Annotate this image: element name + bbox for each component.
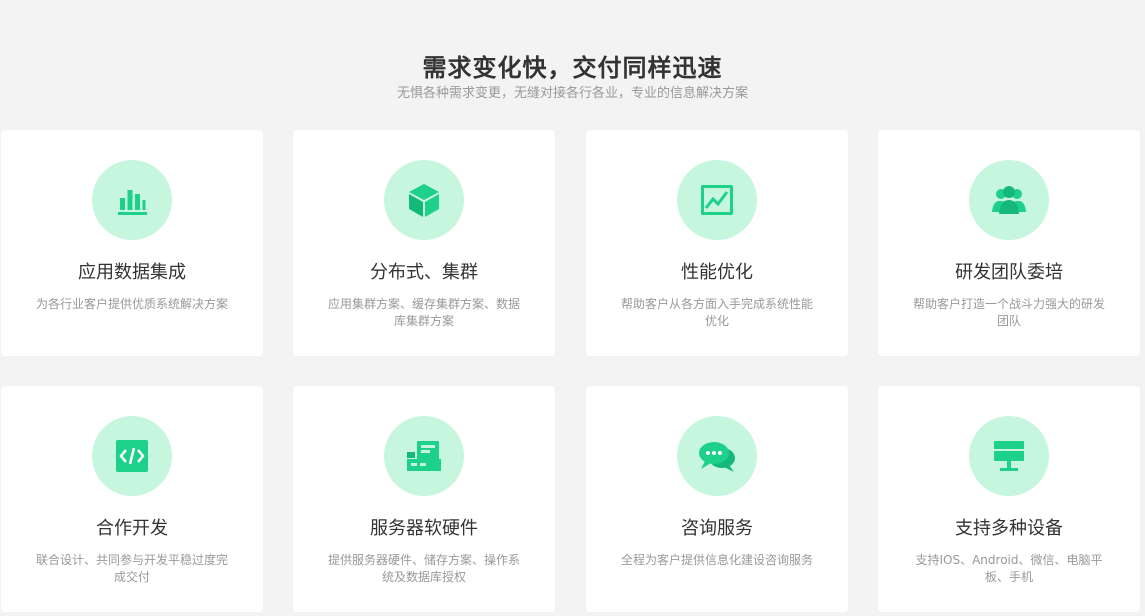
section-subtitle: 无惧各种需求变更，无缝对接各行各业，专业的信息解决方案 (396, 86, 748, 101)
feature-card-multi-device[interactable]: 支持多种设备 支持IOS、Android、微信、电脑平板、手机 (878, 386, 1140, 612)
code-icon (92, 416, 172, 496)
cube-icon (384, 160, 464, 240)
card-description: 提供服务器硬件、储存方案、操作系统及数据库授权 (327, 553, 520, 584)
line-chart-icon (677, 160, 757, 240)
feature-card-performance[interactable]: 性能优化 帮助客户从各方面入手完成系统性能优化 (586, 130, 848, 356)
card-description: 帮助客户从各方面入手完成系统性能优化 (620, 297, 813, 328)
feature-card-data-integration[interactable]: 应用数据集成 为各行业客户提供优质系统解决方案 (1, 130, 263, 356)
feature-card-consulting[interactable]: 咨询服务 全程为客户提供信息化建设咨询服务 (586, 386, 848, 612)
monitor-icon (969, 416, 1049, 496)
card-description: 全程为客户提供信息化建设咨询服务 (620, 553, 813, 567)
card-title: 应用数据集成 (78, 262, 186, 283)
card-description: 联合设计、共同参与开发平稳过度完成交付 (35, 553, 228, 584)
card-title: 性能优化 (681, 262, 753, 283)
feature-card-distributed-cluster[interactable]: 分布式、集群 应用集群方案、缓存集群方案、数据库集群方案 (293, 130, 555, 356)
card-title: 合作开发 (96, 518, 168, 539)
card-description: 为各行业客户提供优质系统解决方案 (35, 297, 228, 311)
card-title: 服务器软硬件 (370, 518, 478, 539)
team-icon (969, 160, 1049, 240)
card-description: 帮助客户打造一个战斗力强大的研发团队 (912, 297, 1105, 328)
server-icon (384, 416, 464, 496)
feature-card-team-training[interactable]: 研发团队委培 帮助客户打造一个战斗力强大的研发团队 (878, 130, 1140, 356)
feature-card-co-development[interactable]: 合作开发 联合设计、共同参与开发平稳过度完成交付 (1, 386, 263, 612)
section-title: 需求变化快，交付同样迅速 (422, 54, 723, 82)
card-title: 分布式、集群 (370, 262, 478, 283)
card-title: 研发团队委培 (955, 262, 1063, 283)
card-description: 支持IOS、Android、微信、电脑平板、手机 (915, 553, 1103, 584)
card-title: 咨询服务 (681, 518, 753, 539)
feature-card-server-hardware[interactable]: 服务器软硬件 提供服务器硬件、储存方案、操作系统及数据库授权 (293, 386, 555, 612)
bar-chart-icon (92, 160, 172, 240)
features-section: 需求变化快，交付同样迅速 无惧各种需求变更，无缝对接各行各业，专业的信息解决方案… (0, 0, 1145, 616)
chat-icon (677, 416, 757, 496)
card-title: 支持多种设备 (955, 518, 1063, 539)
card-description: 应用集群方案、缓存集群方案、数据库集群方案 (327, 297, 520, 328)
